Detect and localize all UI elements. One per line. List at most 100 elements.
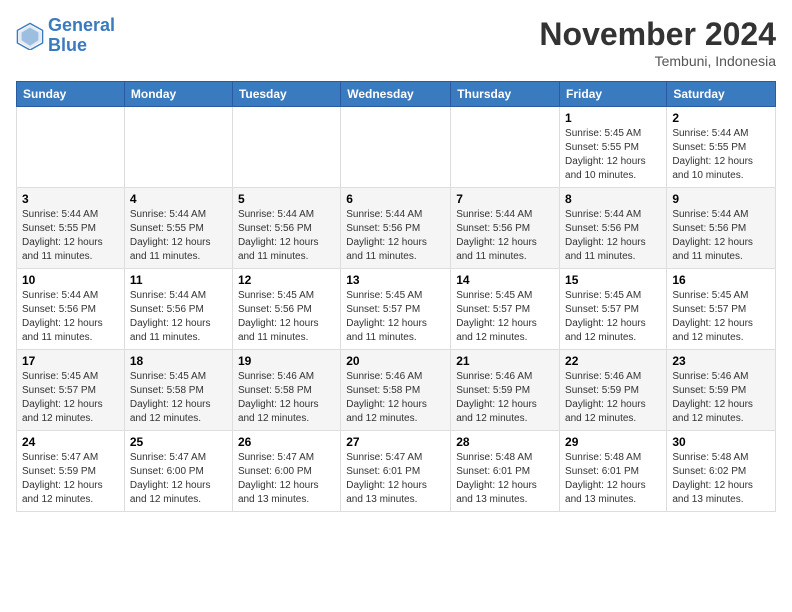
page-header: General Blue November 2024 Tembuni, Indo… xyxy=(16,16,776,69)
day-info: Sunrise: 5:44 AM Sunset: 5:56 PM Dayligh… xyxy=(238,208,335,264)
weekday-header-sunday: Sunday xyxy=(17,82,125,107)
calendar-cell: 2Sunrise: 5:44 AM Sunset: 5:55 PM Daylig… xyxy=(667,107,776,188)
calendar-cell: 29 Sunrise: 5:48 AM Sunset: 6:01 PM Dayli… xyxy=(560,431,667,512)
calendar-cell: 23 Sunrise: 5:46 AM Sunset: 5:59 PM Dayli… xyxy=(667,350,776,431)
weekday-header-row: SundayMondayTuesdayWednesdayThursdayFrid… xyxy=(17,82,776,107)
calendar-cell: 5Sunrise: 5:44 AM Sunset: 5:56 PM Daylig… xyxy=(232,188,340,269)
logo: General Blue xyxy=(16,16,115,56)
day-info: Sunrise: 5:44 AM Sunset: 5:56 PM Dayligh… xyxy=(22,289,119,345)
calendar-cell xyxy=(17,107,125,188)
day-info: Sunrise: 5:44 AM Sunset: 5:55 PM Dayligh… xyxy=(22,208,119,264)
day-number: 1 xyxy=(565,111,661,125)
day-info: Sunrise: 5:46 AM Sunset: 5:59 PM Dayligh… xyxy=(456,370,554,426)
calendar-cell: 27Sunrise: 5:47 AM Sunset: 6:01 PM Dayli… xyxy=(341,431,451,512)
calendar-week-row: 3 Sunrise: 5:44 AM Sunset: 5:55 PM Daylig… xyxy=(17,188,776,269)
weekday-header-tuesday: Tuesday xyxy=(232,82,340,107)
day-info: Sunrise: 5:47 AM Sunset: 6:00 PM Dayligh… xyxy=(238,451,335,507)
logo-line2: Blue xyxy=(48,35,87,55)
day-number: 21 xyxy=(456,354,554,368)
weekday-header-saturday: Saturday xyxy=(667,82,776,107)
day-number: 13 xyxy=(346,273,445,287)
day-number: 26 xyxy=(238,435,335,449)
day-info: Sunrise: 5:45 AM Sunset: 5:57 PM Dayligh… xyxy=(22,370,119,426)
day-number: 25 xyxy=(130,435,227,449)
calendar-cell: 22Sunrise: 5:46 AM Sunset: 5:59 PM Dayli… xyxy=(560,350,667,431)
calendar-cell: 15Sunrise: 5:45 AM Sunset: 5:57 PM Dayli… xyxy=(560,269,667,350)
day-number: 20 xyxy=(346,354,445,368)
weekday-header-friday: Friday xyxy=(560,82,667,107)
calendar-week-row: 1Sunrise: 5:45 AM Sunset: 5:55 PM Daylig… xyxy=(17,107,776,188)
day-number: 29 xyxy=(565,435,661,449)
day-number: 9 xyxy=(672,192,770,206)
calendar-cell: 18 Sunrise: 5:45 AM Sunset: 5:58 PM Dayli… xyxy=(124,350,232,431)
calendar-cell: 12Sunrise: 5:45 AM Sunset: 5:56 PM Dayli… xyxy=(232,269,340,350)
day-info: Sunrise: 5:45 AM Sunset: 5:57 PM Dayligh… xyxy=(456,289,554,345)
day-number: 11 xyxy=(130,273,227,287)
calendar-cell: 13 Sunrise: 5:45 AM Sunset: 5:57 PM Dayli… xyxy=(341,269,451,350)
calendar-cell: 25 Sunrise: 5:47 AM Sunset: 6:00 PM Dayli… xyxy=(124,431,232,512)
calendar-cell: 19 Sunrise: 5:46 AM Sunset: 5:58 PM Dayli… xyxy=(232,350,340,431)
day-number: 2 xyxy=(672,111,770,125)
day-number: 28 xyxy=(456,435,554,449)
day-info: Sunrise: 5:46 AM Sunset: 5:58 PM Dayligh… xyxy=(346,370,445,426)
day-number: 30 xyxy=(672,435,770,449)
weekday-header-wednesday: Wednesday xyxy=(341,82,451,107)
day-info: Sunrise: 5:46 AM Sunset: 5:58 PM Dayligh… xyxy=(238,370,335,426)
calendar-cell xyxy=(232,107,340,188)
logo-text: General Blue xyxy=(48,16,115,56)
calendar-week-row: 17Sunrise: 5:45 AM Sunset: 5:57 PM Dayli… xyxy=(17,350,776,431)
day-number: 18 xyxy=(130,354,227,368)
calendar-cell: 20 Sunrise: 5:46 AM Sunset: 5:58 PM Dayli… xyxy=(341,350,451,431)
day-number: 6 xyxy=(346,192,445,206)
day-number: 15 xyxy=(565,273,661,287)
calendar-week-row: 10 Sunrise: 5:44 AM Sunset: 5:56 PM Dayli… xyxy=(17,269,776,350)
calendar-header: SundayMondayTuesdayWednesdayThursdayFrid… xyxy=(17,82,776,107)
day-info: Sunrise: 5:44 AM Sunset: 5:56 PM Dayligh… xyxy=(456,208,554,264)
day-info: Sunrise: 5:45 AM Sunset: 5:57 PM Dayligh… xyxy=(346,289,445,345)
day-number: 10 xyxy=(22,273,119,287)
day-info: Sunrise: 5:45 AM Sunset: 5:56 PM Dayligh… xyxy=(238,289,335,345)
day-number: 4 xyxy=(130,192,227,206)
day-info: Sunrise: 5:44 AM Sunset: 5:56 PM Dayligh… xyxy=(130,289,227,345)
day-info: Sunrise: 5:48 AM Sunset: 6:02 PM Dayligh… xyxy=(672,451,770,507)
day-number: 16 xyxy=(672,273,770,287)
day-info: Sunrise: 5:48 AM Sunset: 6:01 PM Dayligh… xyxy=(565,451,661,507)
day-number: 7 xyxy=(456,192,554,206)
calendar-cell: 10 Sunrise: 5:44 AM Sunset: 5:56 PM Dayli… xyxy=(17,269,125,350)
calendar-cell xyxy=(341,107,451,188)
calendar-cell: 8 Sunrise: 5:44 AM Sunset: 5:56 PM Daylig… xyxy=(560,188,667,269)
logo-line1: General xyxy=(48,15,115,35)
weekday-header-thursday: Thursday xyxy=(451,82,560,107)
title-block: November 2024 Tembuni, Indonesia xyxy=(539,16,776,69)
calendar-cell xyxy=(124,107,232,188)
location: Tembuni, Indonesia xyxy=(539,53,776,69)
calendar-cell: 3 Sunrise: 5:44 AM Sunset: 5:55 PM Daylig… xyxy=(17,188,125,269)
day-info: Sunrise: 5:46 AM Sunset: 5:59 PM Dayligh… xyxy=(565,370,661,426)
day-info: Sunrise: 5:45 AM Sunset: 5:57 PM Dayligh… xyxy=(672,289,770,345)
day-number: 3 xyxy=(22,192,119,206)
logo-icon xyxy=(16,22,44,50)
weekday-header-monday: Monday xyxy=(124,82,232,107)
calendar-cell: 7 Sunrise: 5:44 AM Sunset: 5:56 PM Daylig… xyxy=(451,188,560,269)
calendar-cell: 26 Sunrise: 5:47 AM Sunset: 6:00 PM Dayli… xyxy=(232,431,340,512)
calendar-cell: 14 Sunrise: 5:45 AM Sunset: 5:57 PM Dayli… xyxy=(451,269,560,350)
calendar-cell: 24Sunrise: 5:47 AM Sunset: 5:59 PM Dayli… xyxy=(17,431,125,512)
calendar-cell: 28Sunrise: 5:48 AM Sunset: 6:01 PM Dayli… xyxy=(451,431,560,512)
calendar-cell: 6 Sunrise: 5:44 AM Sunset: 5:56 PM Daylig… xyxy=(341,188,451,269)
day-info: Sunrise: 5:44 AM Sunset: 5:56 PM Dayligh… xyxy=(346,208,445,264)
day-info: Sunrise: 5:45 AM Sunset: 5:58 PM Dayligh… xyxy=(130,370,227,426)
calendar-cell: 17Sunrise: 5:45 AM Sunset: 5:57 PM Dayli… xyxy=(17,350,125,431)
day-info: Sunrise: 5:44 AM Sunset: 5:56 PM Dayligh… xyxy=(672,208,770,264)
day-info: Sunrise: 5:47 AM Sunset: 6:00 PM Dayligh… xyxy=(130,451,227,507)
calendar-cell: 21 Sunrise: 5:46 AM Sunset: 5:59 PM Dayli… xyxy=(451,350,560,431)
day-info: Sunrise: 5:44 AM Sunset: 5:56 PM Dayligh… xyxy=(565,208,661,264)
day-number: 8 xyxy=(565,192,661,206)
calendar-cell: 4 Sunrise: 5:44 AM Sunset: 5:55 PM Daylig… xyxy=(124,188,232,269)
day-info: Sunrise: 5:46 AM Sunset: 5:59 PM Dayligh… xyxy=(672,370,770,426)
day-number: 14 xyxy=(456,273,554,287)
day-number: 23 xyxy=(672,354,770,368)
month-title: November 2024 xyxy=(539,16,776,53)
day-info: Sunrise: 5:44 AM Sunset: 5:55 PM Dayligh… xyxy=(130,208,227,264)
calendar-cell: 11 Sunrise: 5:44 AM Sunset: 5:56 PM Dayli… xyxy=(124,269,232,350)
day-number: 19 xyxy=(238,354,335,368)
